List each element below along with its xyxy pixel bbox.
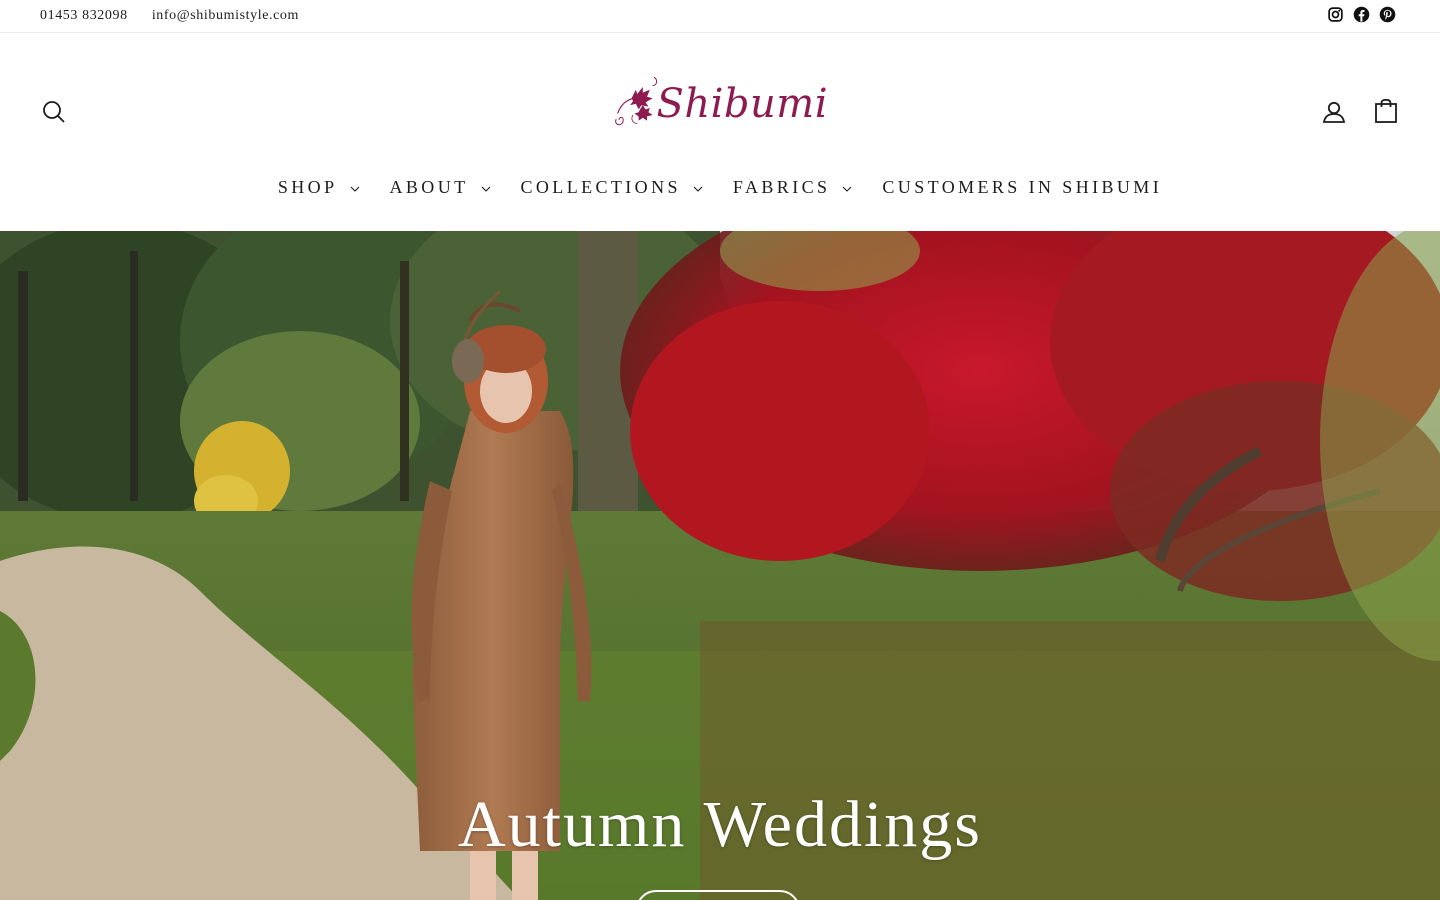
facebook-icon[interactable] (1353, 6, 1370, 23)
user-icon[interactable] (1321, 99, 1347, 125)
nav-item-about[interactable]: ABOUT (390, 177, 491, 198)
nav-item-customers-in-shibumi[interactable]: CUSTOMERS IN SHIBUMI (882, 177, 1162, 198)
hero-banner[interactable]: Autumn Weddings (0, 231, 1440, 900)
hero-title: Autumn Weddings (458, 788, 982, 861)
bag-icon[interactable] (1373, 98, 1399, 124)
nav-item-label: FABRICS (732, 177, 831, 197)
pinterest-icon[interactable] (1379, 6, 1396, 23)
email-link[interactable]: info@shibumistyle.com (152, 8, 299, 23)
vine-leaf-logo-icon (615, 76, 658, 126)
announcement-bar: 01453 832098 info@shibumistyle.com (0, 0, 1440, 33)
nav-item-label: COLLECTIONS (520, 177, 681, 197)
nav-item-shop[interactable]: SHOP (278, 177, 360, 198)
instagram-icon[interactable] (1327, 6, 1344, 23)
nav-item-fabrics[interactable]: FABRICS (733, 177, 853, 198)
nav-item-label: ABOUT (389, 177, 469, 197)
hero-cta-button[interactable] (636, 890, 800, 900)
search-icon[interactable] (41, 99, 67, 125)
social-links (1327, 6, 1396, 23)
contact-info: 01453 832098 info@shibumistyle.com (40, 8, 319, 24)
nav-item-label: SHOP (277, 177, 338, 197)
phone-link[interactable]: 01453 832098 (40, 8, 128, 23)
logo-wordmark: Shibumi (656, 81, 828, 127)
chevron-down-icon (481, 186, 490, 192)
site-header: Shibumi SHOP ABOUT COLLECTIONS FABRICS C… (0, 33, 1440, 231)
nav-item-collections[interactable]: COLLECTIONS (521, 177, 703, 198)
chevron-down-icon (843, 186, 852, 192)
nav-item-label: CUSTOMERS IN SHIBUMI (882, 177, 1163, 197)
site-logo[interactable]: Shibumi (612, 61, 828, 141)
chevron-down-icon (693, 186, 703, 192)
chevron-down-icon (350, 186, 359, 192)
main-navigation: SHOP ABOUT COLLECTIONS FABRICS CUSTOMERS… (0, 177, 1440, 198)
